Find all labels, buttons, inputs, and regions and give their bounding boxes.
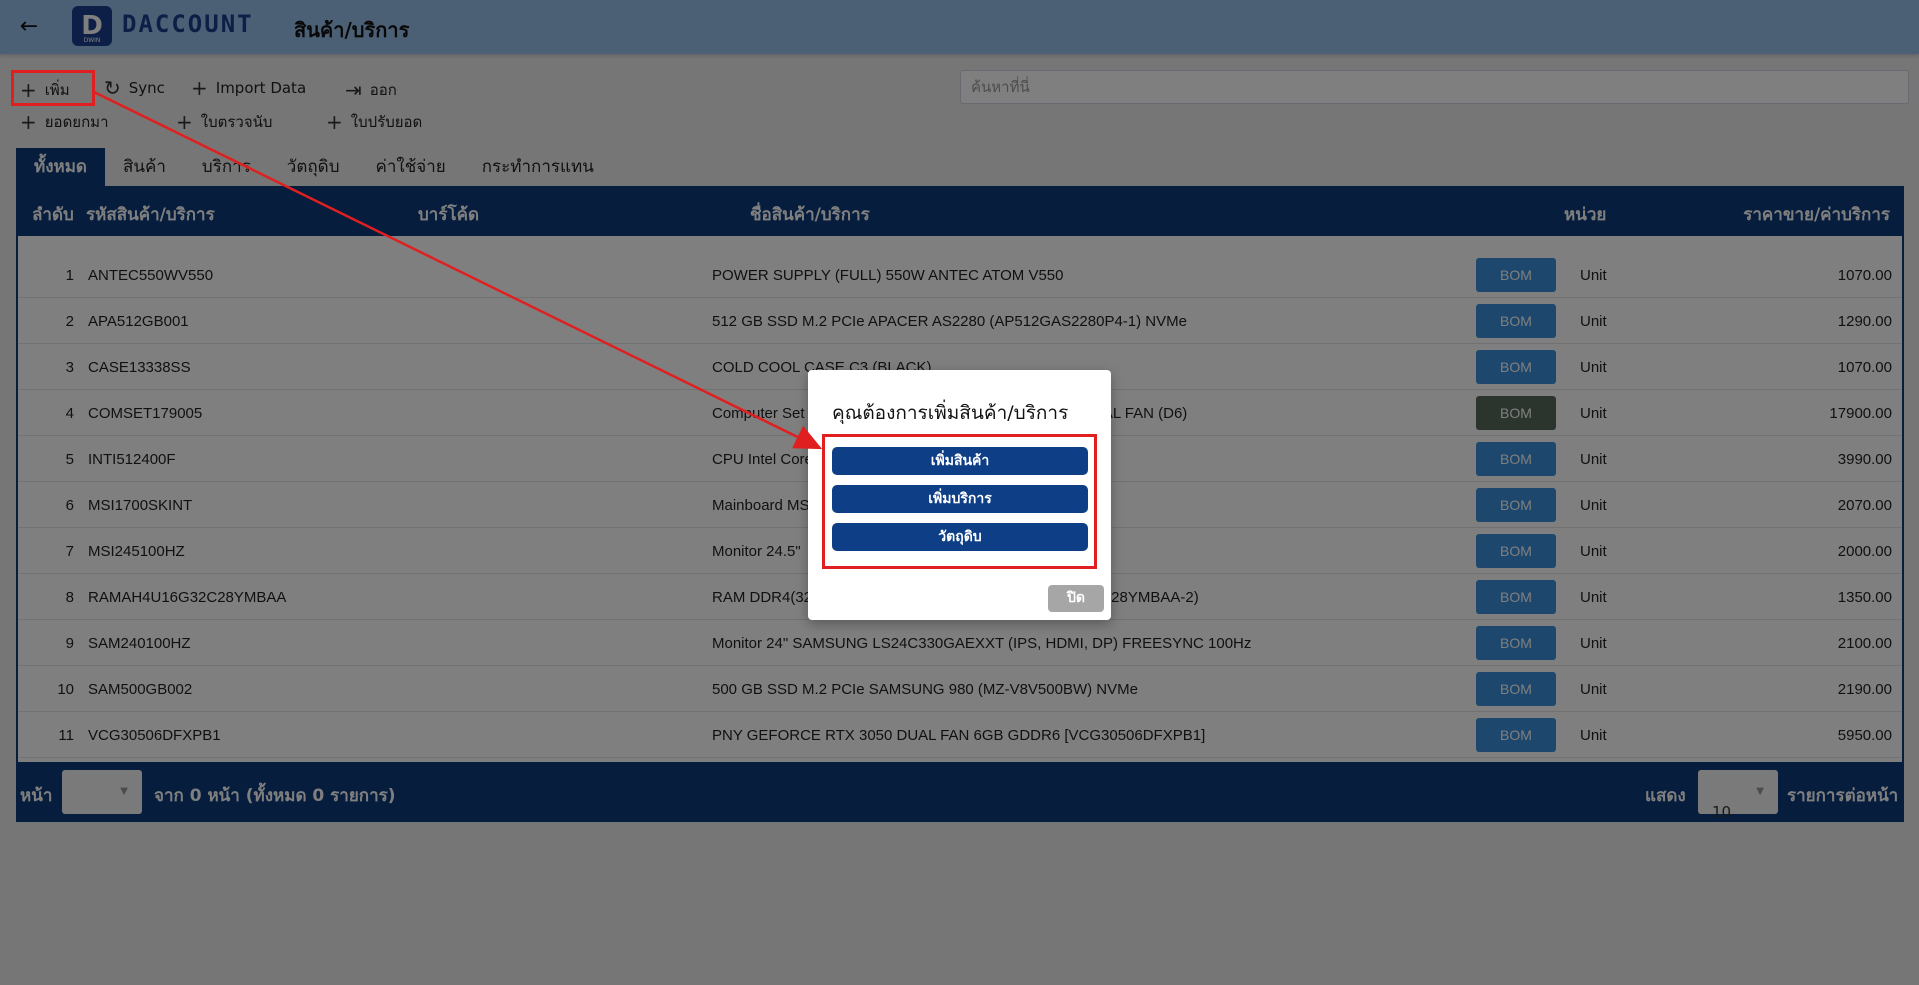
add-product-button[interactable]: เพิ่มสินค้า [832,447,1088,475]
dialog-title: คุณต้องการเพิ่มสินค้า/บริการ [832,402,1069,424]
close-button[interactable]: ปิด [1048,585,1104,612]
add-item-dialog: คุณต้องการเพิ่มสินค้า/บริการ เพิ่มสินค้า… [808,370,1111,620]
add-service-button[interactable]: เพิ่มบริการ [832,485,1088,513]
raw-material-button[interactable]: วัตถุดิบ [832,523,1088,551]
